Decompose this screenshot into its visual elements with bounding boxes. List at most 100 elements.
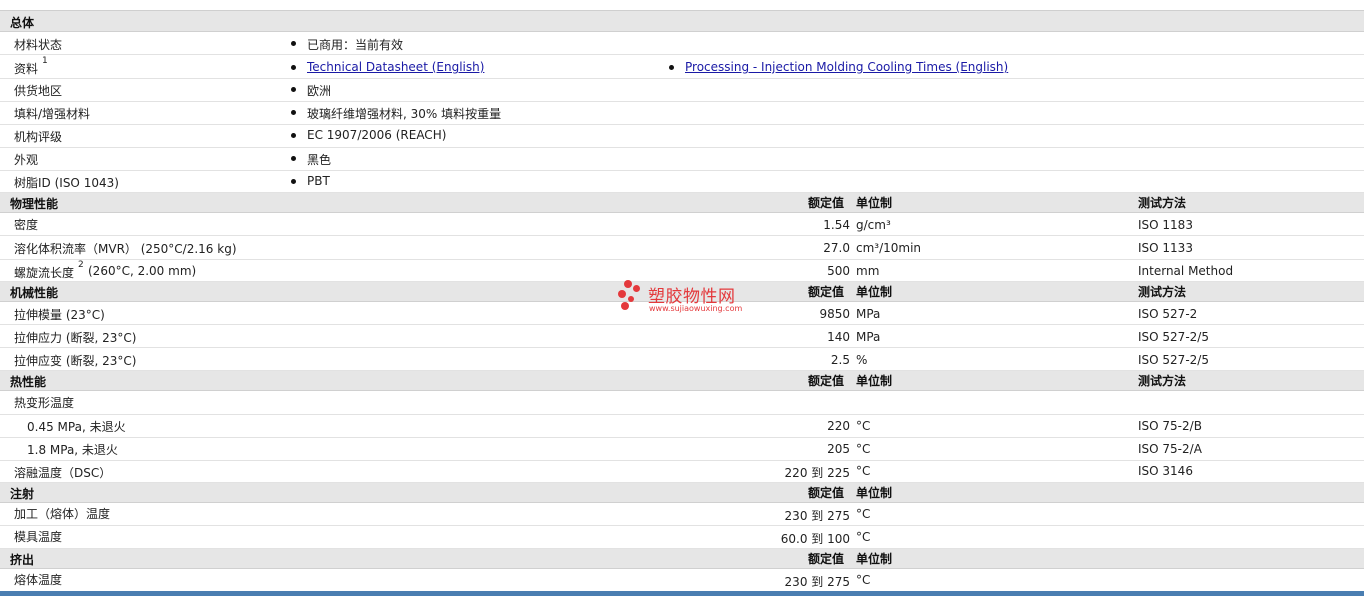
col-header-value: 额定值 <box>808 486 845 500</box>
cooling-times-link[interactable]: Processing - Injection Molding Cooling T… <box>685 60 1008 74</box>
row-value: 500 <box>827 264 850 278</box>
row-value: 205 <box>827 442 850 456</box>
col-header-value: 额定值 <box>808 552 845 566</box>
row-method: ISO 1183 <box>1138 218 1193 232</box>
table-row: 外观 黑色 <box>0 148 1364 171</box>
table-row: 溶化体积流率（MVR） (250°C/2.16 kg) 27.0 cm³/10m… <box>0 236 1364 260</box>
row-value: 黑色 <box>307 153 332 167</box>
watermark-url: www.sujiaowuxing.com <box>649 304 743 313</box>
section-title: 注射 <box>10 487 35 501</box>
table-row: 热变形温度 <box>0 391 1364 415</box>
row-method: ISO 1133 <box>1138 241 1193 255</box>
table-row: 螺旋流长度 2 (260°C, 2.00 mm) 500 mm Internal… <box>0 260 1364 282</box>
footnote-marker: 2 <box>78 260 84 270</box>
col-header-unit: 单位制 <box>856 486 893 500</box>
table-row: 加工（熔体）温度 230 到 275 °C <box>0 503 1364 526</box>
row-label: 0.45 MPa, 未退火 <box>27 420 126 434</box>
logo-dot-icon <box>621 302 629 310</box>
section-header-injection: 注射 额定值 单位制 <box>0 483 1364 503</box>
table-row: 熔体温度 230 到 275 °C <box>0 569 1364 592</box>
row-condition: (260°C, 2.00 mm) <box>88 264 197 278</box>
top-border <box>0 0 1364 11</box>
row-label: 材料状态 <box>14 38 63 52</box>
row-unit: mm <box>856 264 880 278</box>
row-value: 220 <box>827 419 850 433</box>
row-unit: °C <box>856 442 871 456</box>
table-row: 填料/增强材料 玻璃纤维增强材料, 30% 填料按重量 <box>0 102 1364 125</box>
row-label: 熔体温度 <box>14 573 63 587</box>
row-unit: MPa <box>856 330 881 344</box>
row-unit: % <box>856 353 868 367</box>
row-unit: °C <box>856 530 871 544</box>
bullet-icon <box>291 133 296 138</box>
row-label: 螺旋流长度 <box>14 266 75 280</box>
table-row: 材料状态 已商用：当前有效 <box>0 32 1364 55</box>
row-value: 60.0 到 100 <box>780 532 850 546</box>
row-value: 9850 <box>819 307 850 321</box>
row-value: 140 <box>827 330 850 344</box>
col-header-value: 额定值 <box>808 196 845 210</box>
row-method: ISO 527-2/5 <box>1138 330 1209 344</box>
row-value: 已商用：当前有效 <box>307 38 404 52</box>
row-unit: °C <box>856 419 871 433</box>
section-header-thermal: 热性能 额定值 单位制 测试方法 <box>0 371 1364 391</box>
bullet-icon <box>291 65 296 70</box>
bullet-icon <box>291 156 296 161</box>
logo-dot-icon <box>624 280 632 288</box>
row-unit: °C <box>856 464 871 478</box>
bullet-icon <box>291 110 296 115</box>
row-label: 1.8 MPa, 未退火 <box>27 443 118 457</box>
bullet-icon <box>291 179 296 184</box>
row-label: 资料 <box>14 62 39 76</box>
table-row: 模具温度 60.0 到 100 °C <box>0 526 1364 549</box>
section-header-extrusion: 挤出 额定值 单位制 <box>0 549 1364 569</box>
row-value: 1.54 <box>823 218 850 232</box>
table-row: 溶融温度（DSC） 220 到 225 °C ISO 3146 <box>0 461 1364 483</box>
col-header-value: 额定值 <box>808 374 845 388</box>
row-value: 230 到 275 <box>784 509 850 523</box>
row-unit: MPa <box>856 307 881 321</box>
row-label: 填料/增强材料 <box>14 107 91 121</box>
logo-dot-icon <box>633 285 640 292</box>
table-row: 供货地区 欧洲 <box>0 79 1364 102</box>
bullet-icon <box>291 87 296 92</box>
row-method: ISO 3146 <box>1138 464 1193 478</box>
row-label: 溶融温度（DSC） <box>14 466 112 480</box>
row-value: 220 到 225 <box>784 466 850 480</box>
row-value: 玻璃纤维增强材料, 30% 填料按重量 <box>307 107 502 121</box>
section-title: 机械性能 <box>10 286 59 300</box>
col-header-method: 测试方法 <box>1138 196 1187 210</box>
row-label: 拉伸应力 (断裂, 23°C) <box>14 331 137 345</box>
row-method: ISO 75-2/A <box>1138 442 1202 456</box>
section-header-general: 总体 <box>0 11 1364 32</box>
footnote-marker: 1 <box>42 56 48 66</box>
row-label: 机构评级 <box>14 130 63 144</box>
row-value: PBT <box>307 174 330 188</box>
table-row: 机构评级 EC 1907/2006 (REACH) <box>0 125 1364 148</box>
section-title: 热性能 <box>10 375 47 389</box>
bullet-icon <box>291 41 296 46</box>
logo-dot-icon <box>628 296 634 302</box>
row-label: 热变形温度 <box>14 396 75 410</box>
row-label: 拉伸模量 (23°C) <box>14 308 105 322</box>
section-title: 总体 <box>10 16 35 30</box>
table-row: 密度 1.54 g/cm³ ISO 1183 <box>0 213 1364 236</box>
col-header-method: 测试方法 <box>1138 285 1187 299</box>
row-value: 欧洲 <box>307 84 332 98</box>
section-title: 挤出 <box>10 553 35 567</box>
col-header-unit: 单位制 <box>856 374 893 388</box>
row-method: Internal Method <box>1138 264 1234 278</box>
logo-dot-icon <box>618 290 626 298</box>
row-label: 树脂ID (ISO 1043) <box>14 176 119 190</box>
col-header-unit: 单位制 <box>856 285 893 299</box>
table-row: 拉伸应力 (断裂, 23°C) 140 MPa ISO 527-2/5 <box>0 325 1364 348</box>
row-method: ISO 527-2/5 <box>1138 353 1209 367</box>
row-label: 供货地区 <box>14 84 63 98</box>
row-value: 230 到 275 <box>784 575 850 589</box>
row-value: EC 1907/2006 (REACH) <box>307 128 447 142</box>
footer-bar <box>0 591 1364 596</box>
watermark-logo: 塑胶物性网 www.sujiaowuxing.com <box>618 280 758 316</box>
row-value: 27.0 <box>823 241 850 255</box>
row-unit: °C <box>856 507 871 521</box>
technical-datasheet-link[interactable]: Technical Datasheet (English) <box>307 60 484 74</box>
